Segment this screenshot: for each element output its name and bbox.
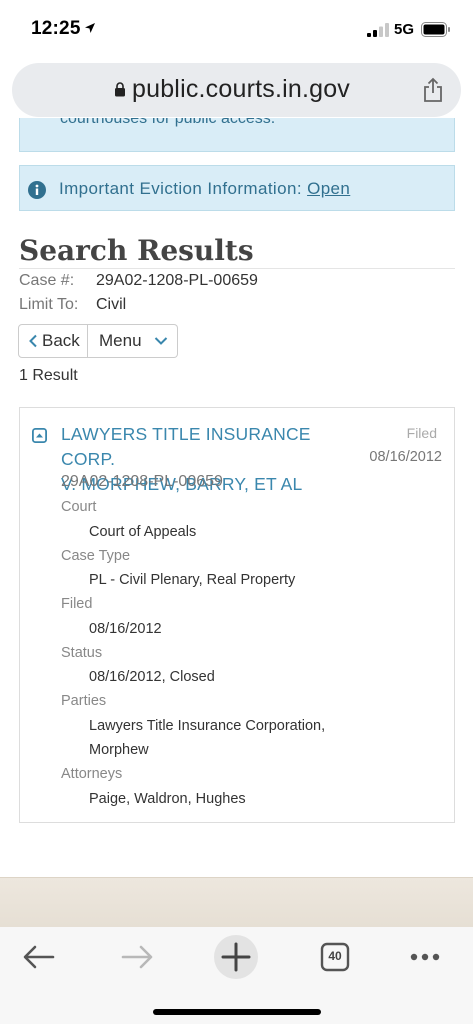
filed-header-date: 08/16/2012 [369, 449, 442, 465]
result-count: 1 Result [19, 367, 78, 384]
menu-dropdown-button[interactable]: Menu [88, 324, 178, 358]
share-icon[interactable] [422, 77, 444, 103]
network-type: 5G [394, 21, 415, 38]
signal-bars-icon [367, 23, 389, 37]
more-dots-icon[interactable] [403, 935, 447, 979]
parties-line2: Morphew [89, 742, 149, 758]
battery-icon [421, 22, 450, 37]
parties-label: Parties [61, 693, 107, 709]
eviction-info-text: Important Eviction Information: Open [59, 179, 350, 199]
status-bar: 12:25 5G [0, 0, 473, 58]
case-type-label: Case Type [61, 548, 131, 564]
attorneys-value: Paige, Waldron, Hughes [89, 791, 246, 807]
limit-to-value: Civil [96, 296, 127, 313]
filed-header-label: Filed [406, 425, 437, 441]
lock-icon [115, 82, 125, 97]
status-time: 12:25 [31, 18, 81, 39]
eviction-info-label: Important Eviction Information: [59, 179, 302, 198]
plus-icon[interactable] [214, 935, 258, 979]
filed-value: 08/16/2012 [89, 621, 162, 637]
public-access-banner: courthouses for public access. [19, 118, 455, 152]
eviction-open-link[interactable]: Open [307, 179, 350, 198]
case-number: 29A02-1208-PL-00659 [61, 473, 223, 490]
page-footer-shade [0, 877, 473, 927]
parties-value: Lawyers Title Insurance Corporation, Mor… [89, 714, 325, 762]
tabs-button[interactable]: 40 [313, 935, 357, 979]
case-type-value: PL - Civil Plenary, Real Property [89, 572, 296, 588]
forward-arrow-icon[interactable] [115, 935, 159, 979]
status-label: Status [61, 645, 103, 661]
attorneys-label: Attorneys [61, 766, 123, 782]
home-indicator[interactable] [153, 1009, 321, 1015]
location-arrow-icon [85, 23, 95, 33]
case-title-line1: LAWYERS TITLE INSURANCE CORP. [61, 424, 311, 469]
chevron-left-icon [29, 334, 37, 348]
back-button[interactable]: Back [18, 324, 88, 358]
case-number-value: 29A02-1208-PL-00659 [96, 272, 258, 289]
back-arrow-icon[interactable] [17, 935, 61, 979]
menu-button-label: Menu [99, 331, 142, 350]
public-access-text: courthouses for public access. [60, 118, 276, 127]
nav-button-group: Back Menu [18, 324, 178, 358]
case-number-criteria: Case #: 29A02-1208-PL-00659 [19, 272, 258, 290]
court-value: Court of Appeals [89, 524, 197, 540]
collapse-square-icon[interactable] [32, 428, 47, 443]
address-bar[interactable]: public.courts.in.gov [12, 63, 461, 117]
info-circle-icon [28, 181, 46, 199]
tab-count: 40 [328, 949, 342, 963]
limit-to-label: Limit To: [19, 296, 79, 313]
chevron-down-icon [154, 337, 167, 345]
back-button-label: Back [42, 331, 80, 350]
status-value: 08/16/2012, Closed [89, 669, 215, 685]
url-text[interactable]: public.courts.in.gov [132, 75, 350, 104]
filed-label: Filed [61, 596, 93, 612]
page-title: Search Results [19, 234, 254, 267]
result-card: LAWYERS TITLE INSURANCE CORP. V. MORPHEW… [19, 407, 455, 823]
title-divider [19, 268, 455, 269]
parties-line1: Lawyers Title Insurance Corporation, [89, 718, 326, 734]
court-label: Court [61, 499, 97, 515]
case-number-label: Case #: [19, 272, 75, 289]
limit-to-criteria: Limit To: Civil [19, 296, 126, 314]
eviction-info-banner: Important Eviction Information: Open [19, 165, 455, 211]
